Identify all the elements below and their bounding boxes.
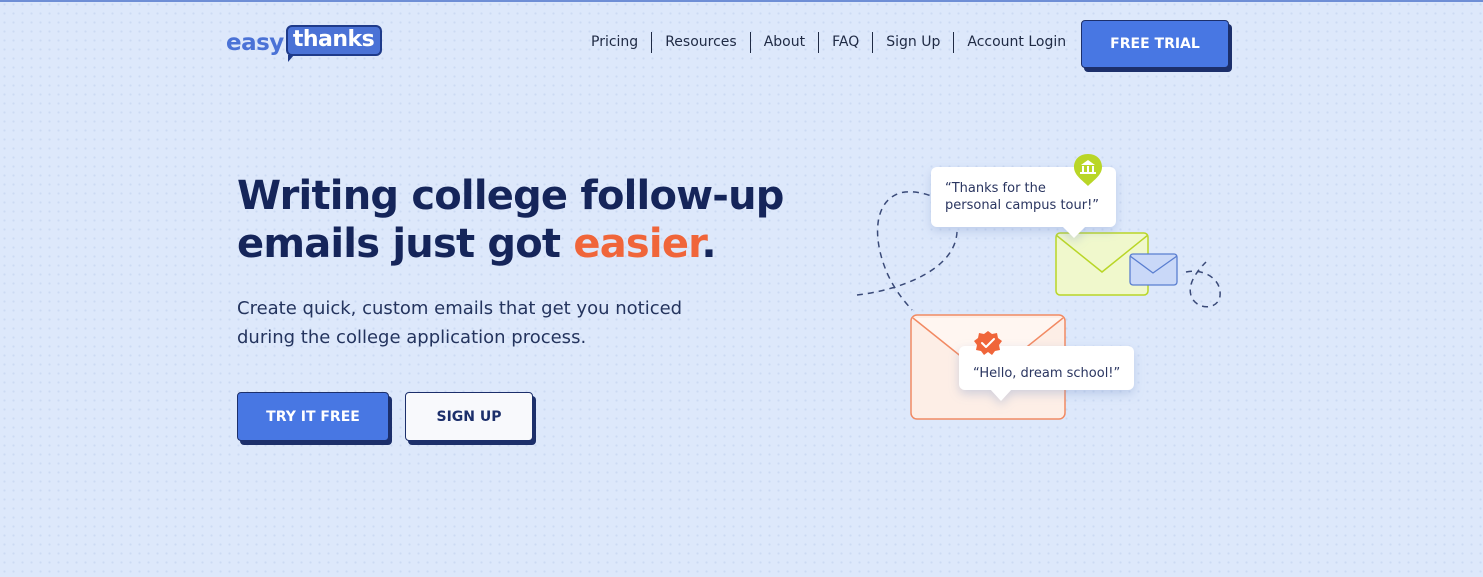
logo-bubble-tail [287, 55, 294, 62]
main-nav: Pricing Resources About FAQ Sign Up Acco… [578, 32, 1079, 53]
bubble-top-line2: personal campus tour!” [945, 198, 1099, 213]
nav-resources[interactable]: Resources [652, 32, 750, 53]
logo-text-easy: easy [226, 30, 284, 56]
hero-headline: Writing college follow-up emails just go… [237, 172, 837, 268]
nav-sign-up[interactable]: Sign Up [873, 32, 953, 53]
bubble-bottom-text: “Hello, dream school!” [973, 366, 1120, 381]
headline-accent-word: easier [573, 221, 702, 267]
hero-subtext: Create quick, custom emails that get you… [237, 298, 683, 348]
free-trial-button[interactable]: FREE TRIAL [1081, 20, 1229, 68]
easythanks-logo[interactable]: easy thanks [226, 24, 383, 62]
blue-envelope-icon [1129, 253, 1178, 286]
logo-text-thanks: thanks [285, 25, 383, 56]
headline-line2: emails just got [237, 221, 574, 267]
sign-up-button[interactable]: SIGN UP [405, 392, 533, 441]
nav-account-login[interactable]: Account Login [954, 32, 1079, 53]
logo-speech-bubble: thanks [285, 25, 383, 62]
headline-line1: Writing college follow-up [237, 173, 784, 219]
hero-illustration: “Thanks for the personal campus tour!” “… [856, 154, 1221, 420]
nav-about[interactable]: About [751, 32, 818, 53]
nav-faq[interactable]: FAQ [819, 32, 872, 53]
bubble-top-line1: “Thanks for the [945, 181, 1046, 196]
try-it-free-button[interactable]: TRY IT FREE [237, 392, 389, 441]
dashed-loop-path [1185, 261, 1221, 308]
headline-period: . [701, 221, 716, 267]
nav-pricing[interactable]: Pricing [578, 32, 651, 53]
top-border [0, 0, 1483, 2]
